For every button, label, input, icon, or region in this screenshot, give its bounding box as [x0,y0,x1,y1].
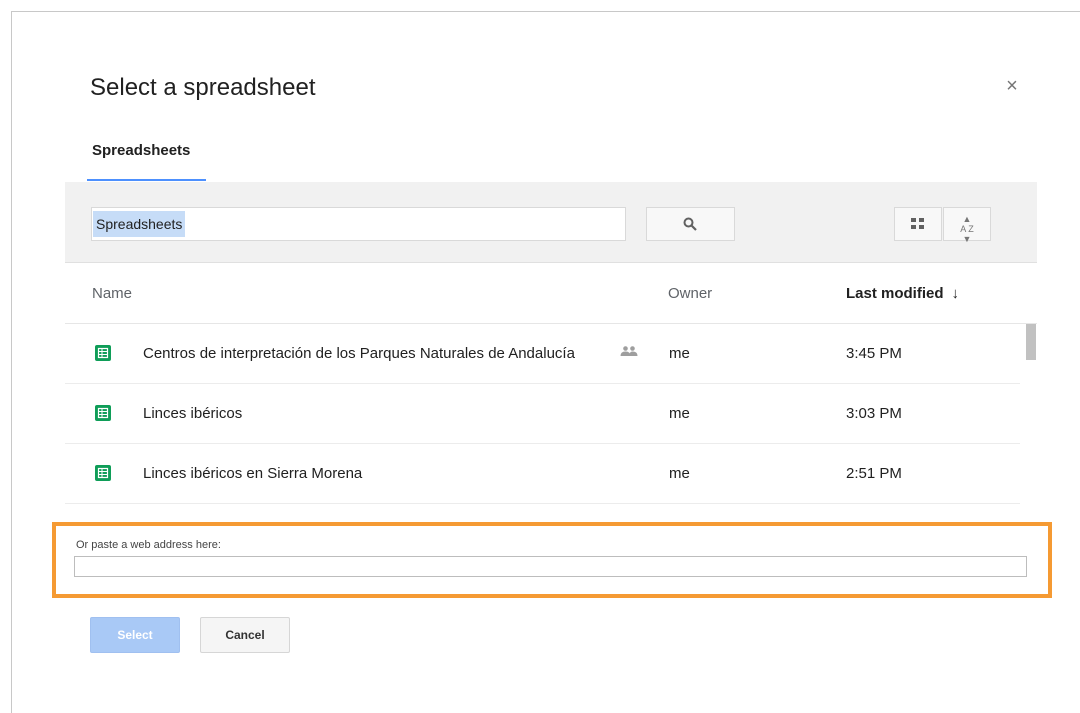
sort-az-icon: ▲ A Z ▼ [960,214,974,244]
shared-people-icon [620,346,638,356]
tab-spreadsheets[interactable]: Spreadsheets [87,140,206,181]
file-owner: me [669,465,690,482]
paste-url-label: Or paste a web address here: [76,539,221,551]
spreadsheet-icon [95,465,111,481]
file-owner: me [669,345,690,362]
grid-view-button[interactable] [894,207,942,241]
paste-url-panel: Or paste a web address here: [52,522,1052,598]
sort-descending-icon: ↓ [951,285,960,302]
column-header-name[interactable]: Name [92,285,132,302]
file-owner: me [669,405,690,422]
grid-view-icon [911,218,924,229]
column-header-last-modified[interactable]: Last modified ↓ [846,285,959,302]
file-modified: 3:03 PM [846,405,902,422]
tab-label: Spreadsheets [92,142,191,159]
file-name: Linces ibéricos [143,405,243,422]
tab-active-indicator [87,179,206,181]
cancel-button[interactable]: Cancel [200,617,290,653]
dialog-title: Select a spreadsheet [90,74,316,101]
file-modified: 2:51 PM [846,465,902,482]
file-modified: 3:45 PM [846,345,902,362]
spreadsheet-icon [95,345,111,361]
paste-url-input[interactable] [74,556,1027,577]
file-row[interactable]: Linces ibéricos me 3:03 PM [65,384,1020,444]
file-name: Linces ibéricos en Sierra Morena [143,465,363,482]
search-toolbar: Spreadsheets ▲ A Z ▼ [65,182,1037,263]
search-query-chip[interactable]: Spreadsheets [93,211,186,237]
spreadsheet-icon [95,405,111,421]
column-header-last-modified-label: Last modified [846,285,944,302]
close-icon[interactable]: × [1002,76,1022,96]
search-button[interactable] [646,207,735,241]
file-row[interactable]: Linces ibéricos en Sierra Morena me 2:51… [65,444,1020,504]
sort-az-label: A Z [960,224,974,234]
sort-button[interactable]: ▲ A Z ▼ [943,207,991,244]
select-button[interactable]: Select [90,617,180,653]
column-header-owner[interactable]: Owner [668,285,712,302]
search-icon [683,217,697,231]
file-name: Centros de interpretación de los Parques… [143,345,575,362]
scrollbar-thumb[interactable] [1026,324,1036,360]
file-row[interactable]: Centros de interpretación de los Parques… [65,324,1020,384]
